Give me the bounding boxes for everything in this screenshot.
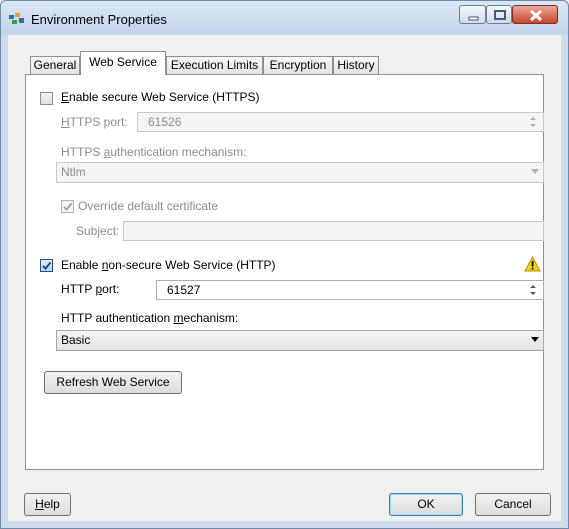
enable-http-checkbox[interactable] xyxy=(40,259,53,272)
https-auth-value: Ntlm xyxy=(61,165,86,179)
spinner-arrows-icon xyxy=(530,285,536,295)
http-auth-dropdown[interactable]: Basic xyxy=(56,330,544,351)
http-port-value: 61527 xyxy=(167,283,201,297)
title-bar[interactable]: Environment Properties xyxy=(1,1,568,35)
http-port-spinner[interactable] xyxy=(526,281,540,299)
close-icon xyxy=(529,9,543,22)
maximize-button[interactable] xyxy=(486,5,512,24)
https-port-field[interactable]: 61526 xyxy=(137,112,544,132)
environment-app-icon xyxy=(9,13,24,24)
tab-history[interactable]: History xyxy=(333,56,379,74)
override-certificate-checkbox[interactable] xyxy=(61,200,74,213)
ok-button[interactable]: OK xyxy=(389,493,463,516)
minimize-icon xyxy=(468,16,479,21)
http-auth-value: Basic xyxy=(61,333,91,347)
minimize-button[interactable] xyxy=(459,5,486,24)
https-auth-label: HTTPS authentication mechanism: xyxy=(61,145,247,159)
tab-execution-limits[interactable]: Execution Limits xyxy=(166,56,263,74)
web-service-tab-panel xyxy=(25,74,544,470)
close-button[interactable] xyxy=(512,5,558,24)
http-auth-label: HTTP authentication mechanism: xyxy=(61,311,239,325)
checkmark-icon xyxy=(42,261,52,270)
refresh-web-service-button[interactable]: Refresh Web Service xyxy=(44,371,182,394)
tab-web-service[interactable]: Web Service xyxy=(80,51,166,75)
subject-label: Subject: xyxy=(76,224,120,238)
cancel-button[interactable]: Cancel xyxy=(475,493,551,516)
subject-field[interactable] xyxy=(123,221,544,241)
https-port-spinner[interactable] xyxy=(526,113,540,131)
https-auth-dropdown[interactable]: Ntlm xyxy=(56,162,544,183)
enable-http-label[interactable]: Enable non-secure Web Service (HTTP) xyxy=(61,258,276,272)
spinner-arrows-icon xyxy=(530,117,536,127)
window-title: Environment Properties xyxy=(31,12,167,27)
help-button[interactable]: Help xyxy=(24,493,71,516)
http-port-label: HTTP port: xyxy=(61,282,120,296)
override-certificate-label: Override default certificate xyxy=(78,199,219,213)
tab-encryption[interactable]: Encryption xyxy=(263,56,333,74)
maximize-icon xyxy=(494,10,506,20)
enable-https-label[interactable]: Enable secure Web Service (HTTPS) xyxy=(61,90,260,104)
http-port-field[interactable]: 61527 xyxy=(156,280,544,300)
https-port-label: HTTPS port: xyxy=(61,115,128,129)
warning-icon xyxy=(524,256,541,272)
checkmark-icon xyxy=(63,202,73,211)
https-port-value: 61526 xyxy=(148,115,182,129)
chevron-down-icon xyxy=(531,337,539,342)
chevron-down-icon xyxy=(531,169,539,174)
tab-general[interactable]: General xyxy=(30,56,80,74)
enable-https-checkbox[interactable] xyxy=(40,92,53,105)
